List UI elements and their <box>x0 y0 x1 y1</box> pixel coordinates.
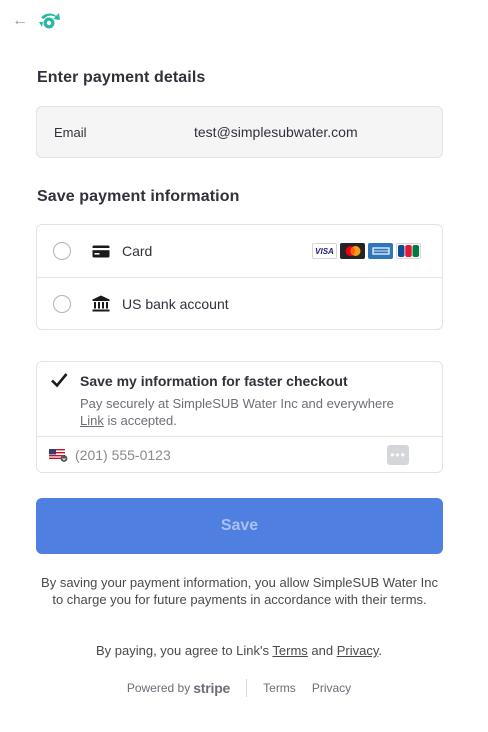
footer-terms-link[interactable]: Terms <box>263 681 296 695</box>
terms-link[interactable]: Terms <box>272 643 307 658</box>
us-flag-icon[interactable] <box>49 448 69 462</box>
arrow-left-icon[interactable]: ← <box>12 13 28 29</box>
footer-divider <box>246 679 248 697</box>
visa-logo-icon: VISA <box>312 243 337 259</box>
email-label: Email <box>54 124 87 140</box>
bank-label: US bank account <box>122 295 229 312</box>
email-field[interactable]: Email test@simplesubwater.com <box>36 106 443 158</box>
link-save-box: Save my information for faster checkout … <box>36 361 443 473</box>
checkmark-icon[interactable] <box>50 371 68 389</box>
save-button[interactable]: Save <box>36 498 443 554</box>
payment-details-title: Enter payment details <box>37 69 206 86</box>
link-desc-prefix: Pay securely at SimpleSUB Water Inc and … <box>80 396 394 411</box>
payment-method-bank[interactable]: US bank account <box>37 277 442 329</box>
card-brands: VISA <box>312 243 421 259</box>
card-icon <box>92 242 110 260</box>
terms-end: . <box>378 643 382 658</box>
link-info-link[interactable]: Link <box>80 413 104 428</box>
powered-by-stripe[interactable]: Powered by stripe <box>126 680 231 696</box>
phone-row: ••• <box>37 437 442 473</box>
email-value[interactable]: test@simplesubwater.com <box>194 124 358 140</box>
save-payment-title: Save payment information <box>37 188 240 205</box>
amex-logo-icon <box>368 243 393 259</box>
bank-radio[interactable] <box>53 294 71 313</box>
top-bar: ← <box>12 10 62 32</box>
link-desc-suffix: is accepted. <box>103 413 177 428</box>
bank-icon <box>92 295 110 313</box>
consent-text: By saving your payment information, you … <box>41 575 438 607</box>
terms-prefix: By paying, you agree to Link's <box>95 643 273 658</box>
payment-method-list: Card VISA US bank account <box>36 224 443 330</box>
simplesub-logo-icon <box>39 13 60 29</box>
payment-method-card[interactable]: Card VISA <box>37 225 442 277</box>
terms-line: By paying, you agree to Link's Terms and… <box>0 643 478 658</box>
link-description: Pay securely at SimpleSUB Water Inc and … <box>80 395 420 429</box>
card-radio[interactable] <box>53 242 71 260</box>
link-save-title[interactable]: Save my information for faster checkout <box>80 373 348 389</box>
powered-by-label: Powered by <box>126 681 191 695</box>
phone-input[interactable] <box>75 447 375 463</box>
privacy-link[interactable]: Privacy <box>337 643 379 658</box>
card-label: Card <box>122 243 153 259</box>
terms-and: and <box>307 643 337 658</box>
jcb-logo-icon <box>396 243 421 259</box>
footer: Powered by stripe Terms Privacy <box>0 679 478 697</box>
stripe-logo: stripe <box>193 680 231 696</box>
mastercard-logo-icon <box>340 243 365 259</box>
more-dots-icon[interactable]: ••• <box>387 445 409 465</box>
footer-privacy-link[interactable]: Privacy <box>312 681 351 695</box>
